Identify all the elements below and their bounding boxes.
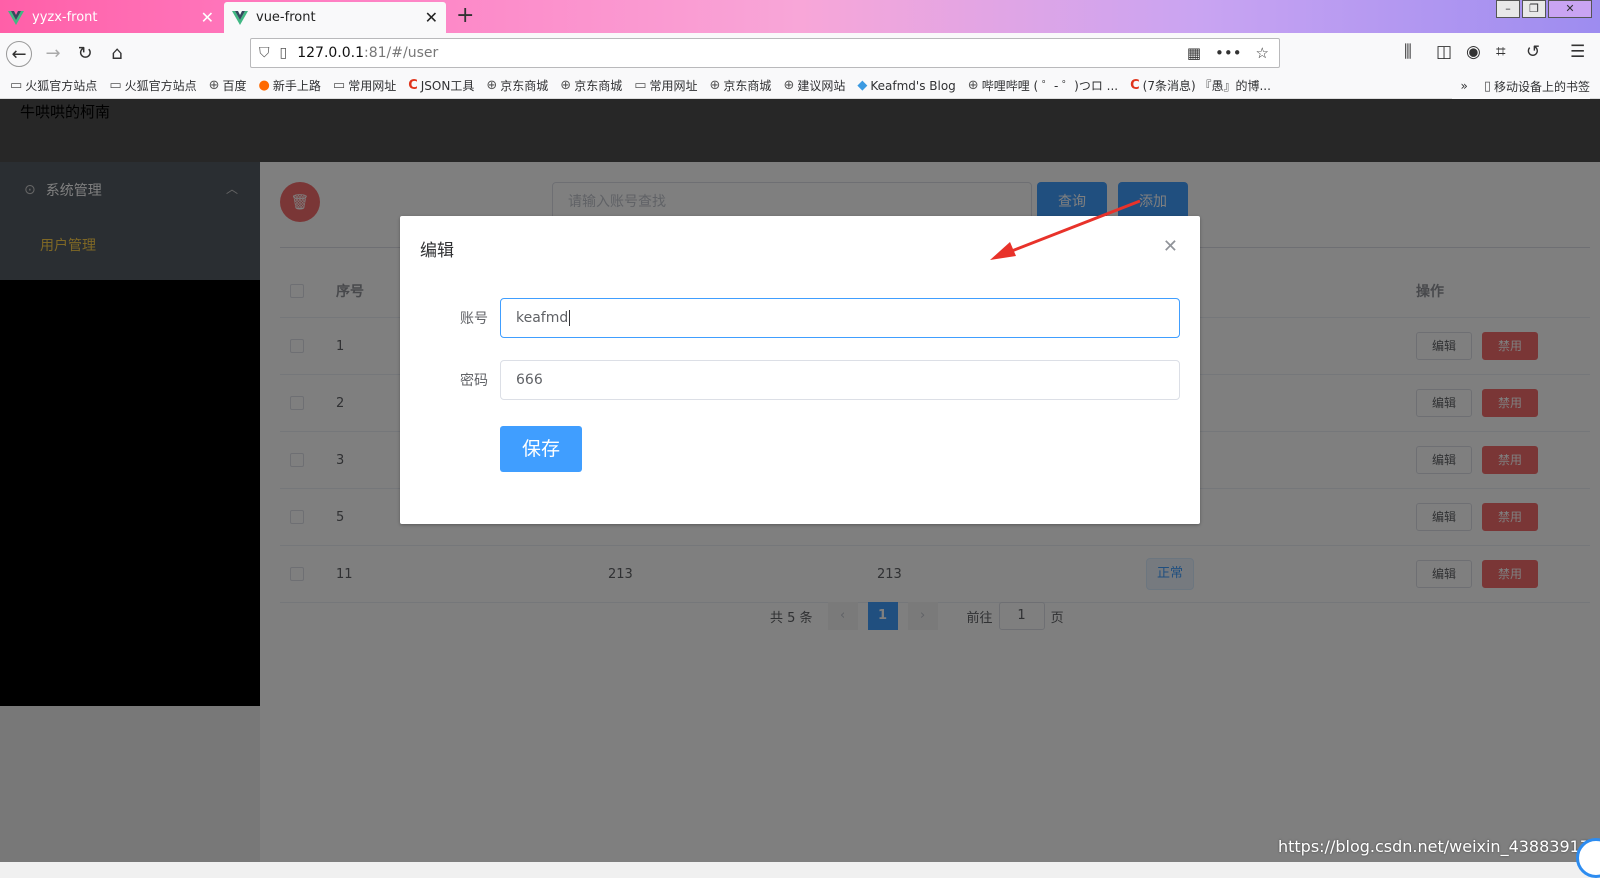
globe-icon: ⊕ bbox=[968, 78, 979, 93]
bookmark-item[interactable]: CJSON工具 bbox=[408, 77, 474, 94]
folder-icon: ▭ bbox=[109, 78, 121, 93]
vue-logo-icon bbox=[8, 11, 24, 25]
bookmark-item[interactable]: ⊕百度 bbox=[209, 77, 247, 94]
globe-icon: ⊕ bbox=[486, 78, 497, 93]
forward-icon[interactable]: → bbox=[40, 41, 66, 67]
bookmark-item[interactable]: ⊕京东商城 bbox=[710, 77, 772, 94]
text-caret bbox=[569, 310, 570, 326]
restore-icon[interactable]: ❐ bbox=[1522, 0, 1546, 18]
folder-icon: ▭ bbox=[634, 78, 646, 93]
dialog-title: 编辑 bbox=[420, 236, 454, 261]
globe-icon: ⊕ bbox=[560, 78, 571, 93]
account-input[interactable]: keafmd bbox=[500, 298, 1180, 338]
vue-logo-icon bbox=[232, 11, 248, 25]
url-host: 127.0.0.1 bbox=[297, 45, 364, 61]
page-icon: ▯ bbox=[280, 45, 288, 61]
globe-icon: ⊕ bbox=[209, 78, 220, 93]
browser-navigation-bar: ← → ↻ ⌂ ⛉ ▯ 127.0.0.1:81/#/user ▦ ••• ☆ … bbox=[0, 33, 1600, 73]
bookmark-label: 百度 bbox=[223, 77, 247, 94]
bookmark-label: 京东商城 bbox=[723, 77, 771, 94]
bookmark-item[interactable]: ▭ 火狐官方站点 bbox=[109, 77, 196, 94]
bookmarks-bar: ▭火狐官方站点▭火狐官方站点⊕百度●新手上路▭常用网址CJSON工具⊕京东商城⊕… bbox=[0, 73, 1600, 99]
tab-yyzx-front[interactable]: yyzx-front ✕ bbox=[0, 2, 222, 33]
minimize-icon[interactable]: – bbox=[1496, 0, 1520, 18]
bookmark-star-icon[interactable]: ☆ bbox=[1256, 44, 1269, 62]
bookmark-label: 建议网站 bbox=[797, 77, 845, 94]
bookmark-item[interactable]: ▭常用网址 bbox=[333, 77, 396, 94]
password-value: 666 bbox=[516, 372, 543, 388]
close-icon[interactable]: ✕ bbox=[425, 10, 438, 26]
window-controls: – ❐ ✕ bbox=[1496, 0, 1592, 18]
csdn-icon: C bbox=[408, 78, 418, 93]
library-icon[interactable]: ⫼ bbox=[1404, 42, 1412, 62]
bookmark-item[interactable]: C(7条消息) 『愚』的博... bbox=[1130, 77, 1271, 94]
window-close-icon[interactable]: ✕ bbox=[1548, 0, 1592, 18]
firefox-icon: ● bbox=[259, 78, 270, 93]
bookmark-item[interactable]: ●新手上路 bbox=[259, 77, 321, 94]
bookmark-item[interactable]: ▭ 常用网址 bbox=[634, 77, 697, 94]
password-input[interactable]: 666 bbox=[500, 360, 1180, 400]
screenshot-icon[interactable]: ⌗ bbox=[1496, 42, 1506, 62]
tab-vue-front[interactable]: vue-front ✕ bbox=[224, 2, 446, 33]
tab-title: vue-front bbox=[256, 10, 316, 25]
browser-tab-bar: yyzx-front ✕ vue-front ✕ + – ❐ ✕ bbox=[0, 0, 1600, 33]
folder-icon: ▭ bbox=[333, 78, 345, 93]
globe-icon: ⊕ bbox=[710, 78, 721, 93]
bookmark-item[interactable]: ▭火狐官方站点 bbox=[10, 77, 97, 94]
folder-icon: ▭ bbox=[10, 78, 22, 93]
annotation-arrow-icon bbox=[990, 196, 1150, 266]
shield-icon[interactable]: ⛉ bbox=[259, 45, 270, 61]
account-icon[interactable]: ◉ bbox=[1466, 42, 1481, 62]
qr-code-icon[interactable]: ▦ bbox=[1187, 44, 1201, 62]
extension-icon[interactable]: ↺ bbox=[1526, 42, 1540, 62]
sidebar-toggle-icon[interactable]: ◫ bbox=[1436, 42, 1452, 62]
new-tab-icon[interactable]: + bbox=[456, 3, 474, 28]
reload-icon[interactable]: ↻ bbox=[72, 41, 98, 67]
more-icon[interactable]: ••• bbox=[1215, 44, 1242, 62]
home-icon[interactable]: ⌂ bbox=[104, 41, 130, 67]
back-icon[interactable]: ← bbox=[6, 41, 32, 67]
bookmarks-overflow: » ▯移动设备上的书签 bbox=[1452, 73, 1590, 99]
bookmark-label: 火狐官方站点 bbox=[125, 77, 197, 94]
bookmark-label: 常用网址 bbox=[348, 77, 396, 94]
csdn-icon: C bbox=[1130, 78, 1140, 93]
mobile-bookmarks[interactable]: ▯移动设备上的书签 bbox=[1484, 78, 1590, 95]
bookmark-item[interactable]: ⊕京东商城 bbox=[560, 77, 622, 94]
mobile-icon: ▯ bbox=[1484, 79, 1491, 94]
account-value: keafmd bbox=[516, 310, 568, 326]
bookmark-label: Keafmd's Blog bbox=[870, 79, 955, 93]
menu-icon[interactable]: ☰ bbox=[1570, 42, 1585, 62]
password-label: 密码 bbox=[420, 370, 488, 390]
url-bar[interactable]: ⛉ ▯ 127.0.0.1:81/#/user ▦ ••• ☆ bbox=[250, 38, 1280, 68]
tab-title: yyzx-front bbox=[32, 10, 98, 25]
dialog-close-icon[interactable]: ✕ bbox=[1163, 236, 1178, 257]
bookmark-item[interactable]: ⊕建议网站 bbox=[783, 77, 845, 94]
watermark: https://blog.csdn.net/weixin_43883917 bbox=[1278, 837, 1590, 856]
double-chevron-icon[interactable]: » bbox=[1460, 79, 1467, 93]
url-path: :81/#/user bbox=[364, 45, 438, 61]
blog-icon: ◆ bbox=[857, 78, 867, 93]
bookmark-label: 京东商城 bbox=[574, 77, 622, 94]
bookmark-label: 火狐官方站点 bbox=[25, 77, 97, 94]
bookmark-item[interactable]: ◆Keafmd's Blog bbox=[857, 78, 955, 93]
account-label: 账号 bbox=[420, 308, 488, 328]
globe-icon: ⊕ bbox=[783, 78, 794, 93]
close-icon[interactable]: ✕ bbox=[201, 10, 214, 26]
bookmark-label: 新手上路 bbox=[273, 77, 321, 94]
bookmark-item[interactable]: ⊕京东商城 bbox=[486, 77, 548, 94]
save-button[interactable]: 保存 bbox=[500, 426, 582, 472]
bookmark-label: 哔哩哔哩 ( ゜- ゜)つロ ... bbox=[982, 77, 1118, 94]
bookmark-label: 京东商城 bbox=[500, 77, 548, 94]
bookmark-label: 常用网址 bbox=[650, 77, 698, 94]
bookmark-label: JSON工具 bbox=[421, 77, 475, 94]
bookmark-item[interactable]: ⊕哔哩哔哩 ( ゜- ゜)つロ ... bbox=[968, 77, 1118, 94]
bookmark-label: (7条消息) 『愚』的博... bbox=[1143, 77, 1271, 94]
